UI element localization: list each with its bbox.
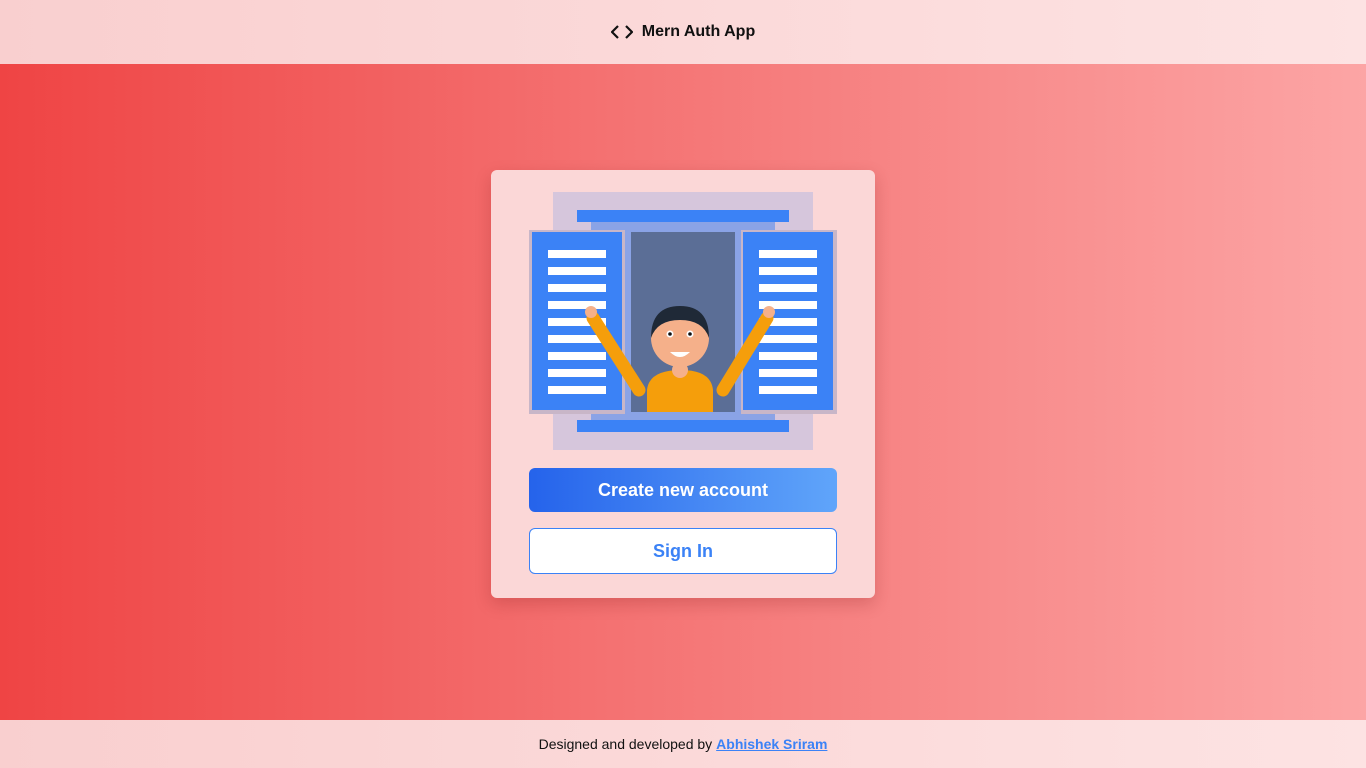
footer-credit-text: Designed and developed by xyxy=(538,736,713,752)
footer: Designed and developed by Abhishek Srira… xyxy=(0,720,1366,768)
person-opening-window-illustration xyxy=(529,192,837,450)
code-brackets-icon xyxy=(610,25,633,39)
sign-in-button[interactable]: Sign In xyxy=(529,528,837,574)
brand[interactable]: Mern Auth App xyxy=(610,23,756,41)
create-account-button[interactable]: Create new account xyxy=(529,468,837,512)
main-area: Create new account Sign In xyxy=(0,64,1366,720)
welcome-card: Create new account Sign In xyxy=(491,170,875,598)
author-link[interactable]: Abhishek Sriram xyxy=(716,736,827,752)
app-title: Mern Auth App xyxy=(641,23,756,40)
top-header: Mern Auth App xyxy=(0,0,1366,64)
